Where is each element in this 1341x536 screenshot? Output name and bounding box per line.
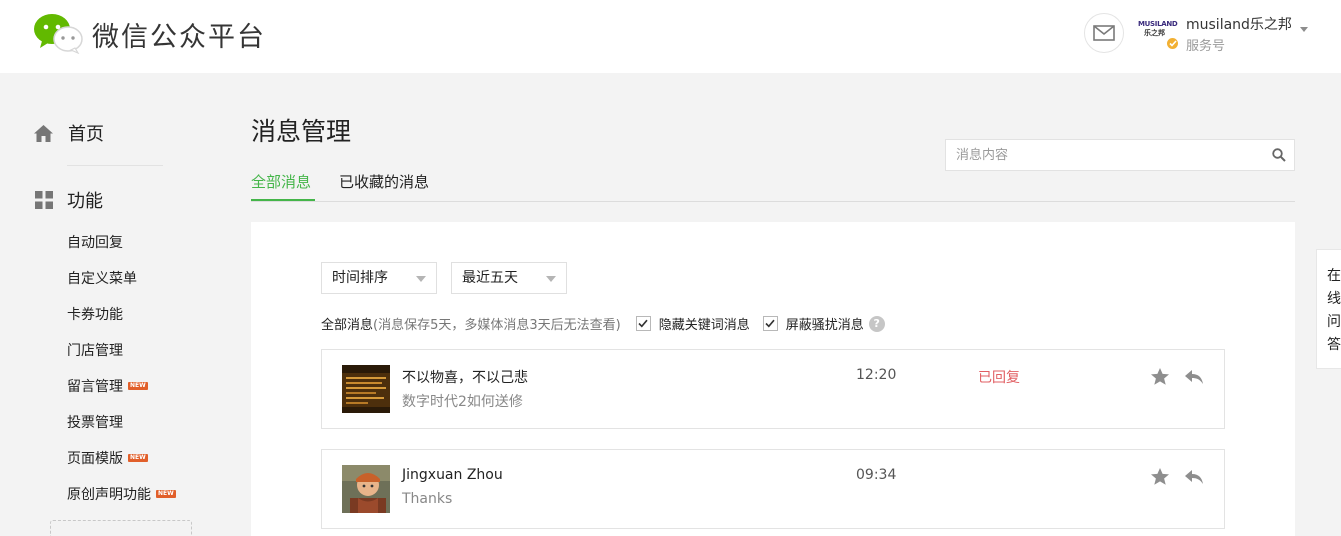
sidebar-item-home[interactable]: 首页 (33, 120, 104, 146)
range-select-value: 最近五天 (462, 270, 518, 286)
sidebar-item-label: 门店管理 (67, 343, 123, 359)
block-spam-checkbox[interactable] (762, 316, 778, 331)
sidebar-item-stores[interactable]: 门店管理 (67, 332, 176, 368)
avatar[interactable] (342, 365, 390, 413)
message-content: Thanks (402, 491, 453, 507)
active-tab-indicator (251, 199, 315, 201)
online-qa-char: 答 (1327, 337, 1341, 353)
add-feature-box[interactable] (50, 520, 192, 536)
reply-icon[interactable] (1184, 469, 1204, 485)
sidebar-item-label: 页面模版 (67, 451, 123, 467)
sidebar-item-page-templates[interactable]: 页面模版 NEW (67, 440, 176, 476)
home-icon (34, 124, 53, 142)
sidebar-item-label: 自动回复 (67, 235, 123, 251)
message-item[interactable]: 不以物喜，不以己悲 数字时代2如何送修 12:20 已回复 (321, 349, 1225, 429)
reply-icon[interactable] (1184, 369, 1204, 385)
search-icon[interactable] (1272, 148, 1286, 162)
account-dropdown-icon[interactable] (1300, 27, 1308, 32)
sidebar-item-label: 留言管理 (67, 379, 123, 395)
chevron-down-icon (416, 276, 426, 282)
message-sender[interactable]: Jingxuan Zhou (402, 467, 503, 483)
sidebar-item-label: 卡券功能 (67, 307, 123, 323)
range-select[interactable]: 最近五天 (451, 262, 567, 294)
grid-icon (35, 191, 53, 209)
sidebar-item-auto-reply[interactable]: 自动回复 (67, 224, 176, 260)
tab-all-messages[interactable]: 全部消息 (251, 171, 311, 192)
brand-title[interactable]: 微信公众平台 (92, 15, 266, 54)
online-qa-char: 线 (1327, 291, 1341, 307)
message-time: 09:34 (856, 467, 897, 483)
all-messages-label: 全部消息 (321, 318, 374, 333)
sidebar-item-label: 自定义菜单 (67, 271, 137, 287)
sidebar-item-votes[interactable]: 投票管理 (67, 404, 176, 440)
message-panel: 时间排序 最近五天 全部消息 (消息保存5天，多媒体消息3天后无法查看) 隐藏关… (251, 222, 1295, 536)
sidebar-item-home-label: 首页 (68, 124, 104, 145)
checkmark-icon (638, 319, 648, 328)
account-type: 服务号 (1186, 39, 1226, 54)
verified-badge-icon (1165, 36, 1180, 51)
online-qa-char: 问 (1327, 314, 1341, 330)
mail-icon (1093, 25, 1115, 41)
star-icon[interactable] (1150, 367, 1170, 386)
message-status: 已回复 (978, 370, 1020, 386)
message-content: 数字时代2如何送修 (402, 394, 523, 410)
hide-keyword-label[interactable]: 隐藏关键词消息 (659, 314, 750, 333)
checkmark-icon (765, 319, 775, 328)
filter-line: 全部消息 (消息保存5天，多媒体消息3天后无法查看) 隐藏关键词消息 屏蔽骚扰消… (321, 314, 885, 333)
new-badge: NEW (156, 490, 176, 498)
sidebar-item-custom-menu[interactable]: 自定义菜单 (67, 260, 176, 296)
sidebar-item-comments[interactable]: 留言管理 NEW (67, 368, 176, 404)
messages-button[interactable] (1084, 13, 1124, 53)
sort-select-value: 时间排序 (332, 270, 388, 286)
sidebar-item-coupons[interactable]: 卡券功能 (67, 296, 176, 332)
message-time: 12:20 (856, 367, 897, 383)
account-logo-line1: MUSILAND (1138, 20, 1178, 28)
avatar[interactable] (342, 465, 390, 513)
new-badge: NEW (128, 454, 148, 462)
sort-select[interactable]: 时间排序 (321, 262, 437, 294)
sidebar-section-features-label: 功能 (67, 191, 103, 212)
message-tabs: 全部消息 已收藏的消息 (251, 165, 1295, 202)
block-spam-label[interactable]: 屏蔽骚扰消息 (786, 314, 864, 333)
new-badge: NEW (128, 382, 148, 390)
retention-note: (消息保存5天，多媒体消息3天后无法查看) (373, 318, 621, 333)
help-icon[interactable]: ? (868, 315, 885, 332)
online-qa-char: 在 (1327, 268, 1341, 284)
sidebar-divider (67, 165, 163, 166)
hide-keyword-checkbox[interactable] (635, 316, 651, 331)
sidebar-subnav: 自动回复 自定义菜单 卡券功能 门店管理 留言管理 NEW 投票管理 页面模版 NE… (67, 224, 176, 512)
account-name[interactable]: musiland乐之邦 (1186, 14, 1292, 34)
star-icon[interactable] (1150, 467, 1170, 486)
tab-starred-messages[interactable]: 已收藏的消息 (339, 171, 429, 192)
message-item[interactable]: Jingxuan Zhou Thanks 09:34 (321, 449, 1225, 529)
sidebar-section-features[interactable]: 功能 (35, 187, 103, 213)
page-title: 消息管理 (251, 117, 352, 146)
sidebar-item-original-declaration[interactable]: 原创声明功能 NEW (67, 476, 176, 512)
wechat-logo-icon[interactable] (32, 12, 84, 54)
sidebar-item-label: 原创声明功能 (67, 487, 151, 503)
chevron-down-icon (546, 276, 556, 282)
online-qa-tab[interactable]: 在 线 问 答 (1316, 249, 1341, 369)
top-bar: 微信公众平台 MUSILAND 乐之邦 musiland乐之邦 服务号 (0, 0, 1341, 73)
sidebar-item-label: 投票管理 (67, 415, 123, 431)
message-sender[interactable]: 不以物喜，不以己悲 (402, 367, 528, 387)
